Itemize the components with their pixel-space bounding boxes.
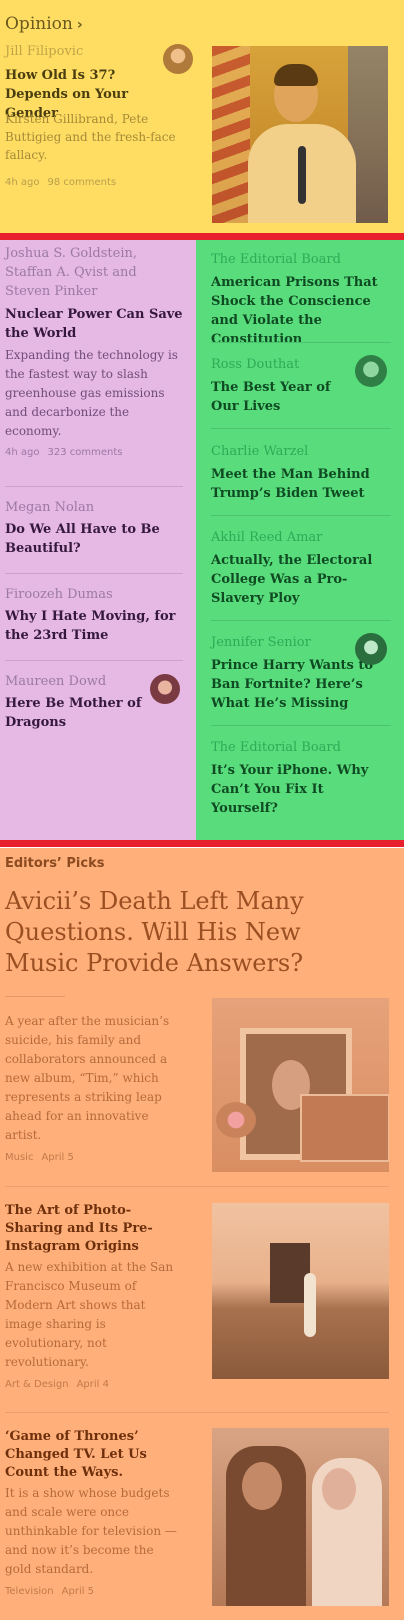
item-meta: Music April 5 [5,1152,183,1163]
lead-comments-link[interactable]: 98 comments [47,177,116,188]
lead-meta: 4h ago 98 comments [5,177,116,188]
item-section[interactable]: Television [5,1586,54,1597]
item-divider [5,1412,389,1413]
item-meta: Television April 5 [5,1586,183,1597]
item-summary[interactable]: It is a show whose budgets and scale wer… [5,1484,183,1579]
item-section[interactable]: Music [5,1152,33,1163]
item-headline[interactable]: Why I Hate Moving, for the 23rd Time [5,607,183,645]
list-item[interactable]: Megan Nolan Do We All Have to Be Beautif… [5,498,183,558]
item-summary[interactable]: A new exhibition at the San Francisco Mu… [5,1258,183,1372]
chevron-right-icon: › [76,17,83,33]
item-date: April 5 [61,1586,95,1597]
item-date: April 5 [41,1152,74,1163]
opinion-heading-link[interactable]: Opinion › [5,14,83,34]
item-author[interactable]: Akhil Reed Amar [211,528,391,547]
hero-photo[interactable] [212,998,389,1172]
item-author[interactable]: Joshua S. Goldstein, Staffan A. Qvist an… [5,244,183,301]
item-meta: Art & Design April 4 [5,1379,183,1390]
list-item[interactable]: The Editorial Board American Prisons Tha… [211,250,391,349]
list-item[interactable]: Joshua S. Goldstein, Staffan A. Qvist an… [5,244,183,458]
hero-headline[interactable]: Avicii’s Death Left Many Questions. Will… [5,886,305,979]
item-divider [211,620,391,621]
item-divider [5,573,183,574]
section-divider [0,233,404,240]
item-headline[interactable]: Actually, the Electoral College Was a Pr… [211,551,391,608]
item-headline[interactable]: The Art of Photo-Sharing and Its Pre-Ins… [5,1202,183,1256]
item-headline[interactable]: Do We All Have to Be Beautiful? [5,520,183,558]
author-avatar [355,633,387,665]
list-item[interactable]: Akhil Reed Amar Actually, the Electoral … [211,528,391,608]
item-headline[interactable]: Meet the Man Behind Trump’s Biden Tweet [211,465,391,503]
item-comments-link[interactable]: 323 comments [47,447,122,458]
figure-hair [274,64,318,86]
lead-author[interactable]: Jill Filipovic [5,44,83,59]
item-author[interactable]: Firoozeh Dumas [5,585,183,604]
item-author[interactable]: The Editorial Board [211,738,391,757]
item-section[interactable]: Art & Design [5,1379,69,1390]
opinion-heading[interactable]: Opinion [5,14,73,34]
item-date: April 4 [76,1379,109,1390]
flag-shape [212,46,250,223]
item-headline[interactable]: Prince Harry Wants to Ban Fortnite? Here… [211,656,391,713]
item-divider [5,660,183,661]
face-shape [322,1468,356,1510]
list-item[interactable]: Charlie Warzel Meet the Man Behind Trump… [211,442,391,503]
figure-shape [304,1273,316,1337]
item-divider [211,428,391,429]
face-shape [242,1462,282,1510]
item-meta: 4h ago 323 comments [5,447,183,458]
section-label[interactable]: Editors’ Picks [5,856,104,871]
item-headline[interactable]: Here Be Mother of Dragons [5,694,145,732]
item-headline[interactable]: American Prisons That Shock the Conscien… [211,273,391,349]
item-divider [211,342,391,343]
item-headline[interactable]: The Best Year of Our Lives [211,378,331,416]
item-summary[interactable]: A year after the musician’s suicide, his… [5,1012,183,1145]
item-divider [211,515,391,516]
item-author[interactable]: The Editorial Board [211,250,391,269]
lead-timestamp: 4h ago [5,177,40,188]
author-avatar [355,355,387,387]
item-headline[interactable]: It’s Your iPhone. Why Can’t You Fix It Y… [211,761,391,818]
photo-shape [300,1094,389,1162]
list-item[interactable]: ‘Game of Thrones’ Changed TV. Let Us Cou… [5,1428,183,1597]
item-author[interactable]: Megan Nolan [5,498,183,517]
item-timestamp: 4h ago [5,447,40,458]
lead-summary[interactable]: Kirsten Gillibrand, Pete Buttigieg and t… [5,110,183,164]
item-headline[interactable]: Nuclear Power Can Save the World [5,305,183,343]
flowers-shape [216,1102,256,1138]
list-item[interactable]: The Art of Photo-Sharing and Its Pre-Ins… [5,1202,183,1390]
item-divider [5,486,183,487]
section-divider [0,840,404,847]
list-item[interactable]: Firoozeh Dumas Why I Hate Moving, for th… [5,585,183,645]
item-author[interactable]: Charlie Warzel [211,442,391,461]
lead-photo[interactable] [212,46,388,223]
opinion-section: Opinion › Jill Filipovic How Old Is 37? D… [0,0,404,233]
page: Opinion › Jill Filipovic How Old Is 37? D… [0,0,404,1620]
microphone-shape [298,146,306,204]
item-divider [211,725,391,726]
item-headline[interactable]: ‘Game of Thrones’ Changed TV. Let Us Cou… [5,1428,183,1482]
item-photo[interactable] [212,1428,389,1606]
list-item[interactable]: The Editorial Board It’s Your iPhone. Wh… [211,738,391,818]
hero-rule [5,996,65,997]
item-summary[interactable]: Expanding the technology is the fastest … [5,346,183,441]
item-divider [5,1186,389,1187]
author-avatar [150,674,180,704]
list-item[interactable]: A year after the musician’s suicide, his… [5,1010,183,1163]
item-photo[interactable] [212,1203,389,1379]
